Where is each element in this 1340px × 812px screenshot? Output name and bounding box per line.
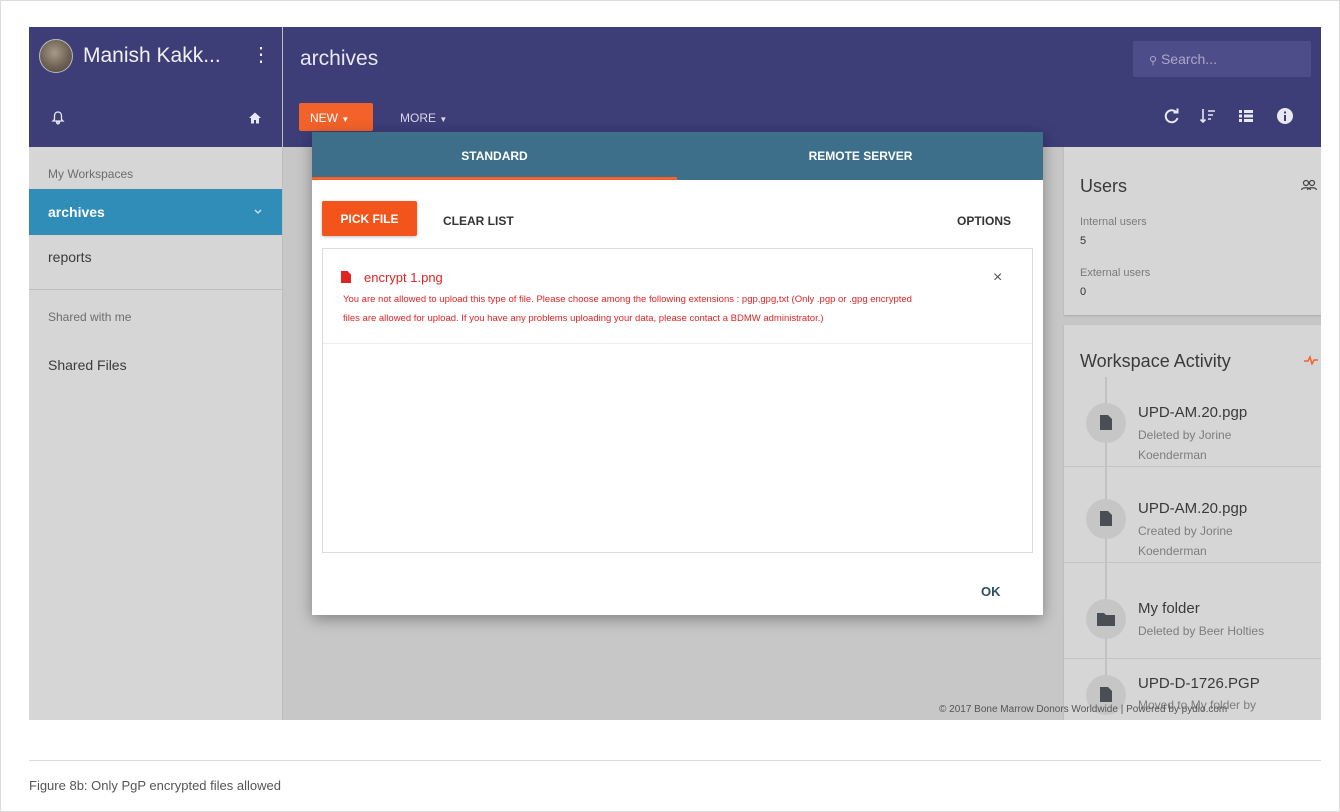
- error-line: files are allowed for upload. If you hav…: [343, 313, 824, 324]
- activity-name: My folder: [1138, 600, 1200, 617]
- activity-icon-circle: [1086, 599, 1126, 639]
- bell-icon[interactable]: [51, 111, 65, 125]
- ok-button[interactable]: OK: [981, 584, 1001, 599]
- avatar[interactable]: [39, 39, 73, 73]
- info-icon[interactable]: [1276, 107, 1294, 125]
- user-name[interactable]: Manish Kakk...: [83, 44, 221, 68]
- list-item: encrypt 1.png × You are not allowed to u…: [323, 249, 1032, 344]
- activity-title: Workspace Activity: [1080, 351, 1231, 371]
- search-placeholder: Search...: [1160, 51, 1217, 67]
- sidebar-item-label: reports: [48, 249, 92, 265]
- activity-desc: Deleted by Jorine Koenderman: [1138, 428, 1232, 462]
- external-users-count: 0: [1080, 286, 1087, 298]
- caret-down-icon: ▼: [439, 115, 448, 124]
- options-button[interactable]: OPTIONS: [957, 214, 1011, 228]
- folder-icon: [1097, 613, 1115, 626]
- activity-icon-circle: [1086, 499, 1126, 539]
- clear-list-button[interactable]: CLEAR LIST: [443, 214, 514, 228]
- top-bar: archives ⚲ Search... NEW ▼ MORE ▼: [283, 27, 1321, 147]
- activity-pulse-icon: [1304, 355, 1318, 365]
- file-icon: [1100, 415, 1112, 430]
- my-workspaces-heading: My Workspaces: [48, 167, 134, 181]
- upload-list: encrypt 1.png × You are not allowed to u…: [322, 248, 1033, 553]
- more-button[interactable]: MORE ▼: [400, 111, 447, 125]
- upload-dialog: STANDARD REMOTE SERVER PICK FILE CLEAR L…: [312, 132, 1043, 615]
- sidebar-item-archives[interactable]: archives: [29, 189, 282, 235]
- internal-users-label: Internal users: [1080, 216, 1147, 228]
- sidebar-header: Manish Kakk... ⋮: [29, 27, 282, 147]
- sidebar-item-label: archives: [48, 204, 105, 220]
- activity-name: UPD-D-1726.PGP: [1138, 675, 1260, 692]
- file-error-icon: [341, 271, 351, 283]
- more-label: MORE: [400, 111, 436, 125]
- activity-item[interactable]: UPD-AM.20.pgp Deleted by Jorine Koenderm…: [1064, 387, 1321, 467]
- sidebar: Manish Kakk... ⋮ My Workspaces archives …: [29, 27, 283, 720]
- more-vert-icon[interactable]: ⋮: [251, 45, 271, 65]
- home-icon[interactable]: [248, 111, 262, 125]
- caption-divider: [29, 760, 1321, 761]
- activity-name: UPD-AM.20.pgp: [1138, 404, 1248, 421]
- users-card: Users Internal users 5 External users 0: [1064, 147, 1321, 315]
- list-view-icon[interactable]: [1237, 107, 1255, 125]
- sort-icon[interactable]: [1199, 107, 1217, 125]
- sidebar-item-reports[interactable]: reports: [29, 235, 282, 279]
- close-icon[interactable]: ×: [993, 269, 1002, 287]
- new-button[interactable]: NEW ▼: [299, 103, 373, 131]
- activity-item[interactable]: My folder Deleted by Beer Holties: [1064, 583, 1321, 659]
- sidebar-divider: [29, 289, 282, 290]
- activity-name: UPD-AM.20.pgp: [1138, 500, 1248, 517]
- search-icon: ⚲: [1149, 55, 1158, 67]
- file-icon: [1100, 511, 1112, 526]
- activity-icon-circle: [1086, 403, 1126, 443]
- tab-remote-server[interactable]: REMOTE SERVER: [678, 132, 1043, 180]
- activity-item[interactable]: UPD-AM.20.pgp Created by Jorine Koenderm…: [1064, 483, 1321, 563]
- tab-standard[interactable]: STANDARD: [312, 132, 677, 180]
- tab-indicator: [312, 177, 677, 180]
- pick-file-button[interactable]: PICK FILE: [322, 201, 417, 236]
- external-users-label: External users: [1080, 267, 1151, 279]
- activity-desc: Created by Jorine Koenderman: [1138, 524, 1233, 558]
- search-input[interactable]: ⚲ Search...: [1133, 41, 1311, 77]
- upload-error-message: You are not allowed to upload this type …: [343, 290, 1023, 328]
- page-title: archives: [300, 47, 379, 70]
- internal-users-count: 5: [1080, 235, 1087, 247]
- figure-caption: Figure 8b: Only PgP encrypted files allo…: [29, 778, 281, 793]
- caret-down-icon: ▼: [341, 115, 350, 124]
- upload-tabs: STANDARD REMOTE SERVER: [312, 132, 1043, 180]
- shared-with-me-heading: Shared with me: [48, 310, 132, 324]
- users-title: Users: [1080, 176, 1128, 196]
- file-icon: [1100, 687, 1112, 702]
- footer-copyright: © 2017 Bone Marrow Donors Worldwide | Po…: [939, 704, 1228, 715]
- workspace-activity-card: Workspace Activity UPD-AM.20.pgp Deleted…: [1064, 325, 1321, 720]
- users-group-icon: [1301, 179, 1317, 191]
- refresh-icon[interactable]: [1163, 107, 1181, 125]
- file-name: encrypt 1.png: [364, 270, 443, 285]
- chevron-down-icon[interactable]: [253, 208, 263, 216]
- sidebar-item-shared-files[interactable]: Shared Files: [29, 342, 282, 388]
- activity-desc: Deleted by Beer Holties: [1138, 624, 1265, 638]
- sidebar-item-label: Shared Files: [48, 357, 127, 373]
- new-label: NEW: [310, 111, 338, 125]
- error-line: You are not allowed to upload this type …: [343, 294, 912, 305]
